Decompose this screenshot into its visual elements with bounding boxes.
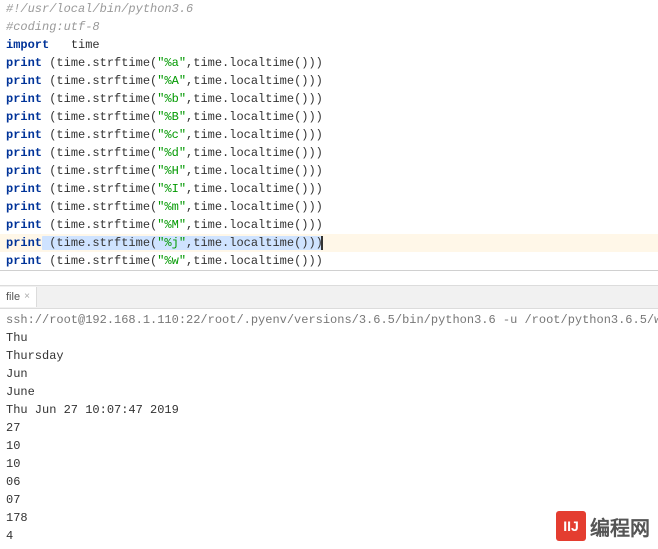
call-prefix: (time.strftime( [42, 218, 157, 232]
call-suffix: ,time.localtime())) [186, 74, 323, 88]
print-keyword: print [6, 146, 42, 160]
call-prefix: (time.strftime( [42, 74, 157, 88]
code-line: #!/usr/local/bin/python3.6 [0, 0, 658, 18]
import-module: time [49, 38, 99, 52]
coding-comment: #coding:utf-8 [6, 20, 100, 34]
watermark: IIJ 编程网 [556, 511, 650, 541]
format-string: "%B" [157, 110, 186, 124]
code-line: print (time.strftime("%d",time.localtime… [0, 144, 658, 162]
print-keyword: print [6, 92, 42, 106]
code-line: print (time.strftime("%b",time.localtime… [0, 90, 658, 108]
output-line: 07 [6, 491, 652, 509]
code-line: print (time.strftime("%c",time.localtime… [0, 126, 658, 144]
format-string: "%w" [157, 254, 186, 268]
call-suffix: ,time.localtime())) [186, 236, 323, 250]
output-line: 27 [6, 419, 652, 437]
call-suffix: ,time.localtime())) [186, 146, 323, 160]
call-prefix: (time.strftime( [42, 146, 157, 160]
call-prefix: (time.strftime( [42, 182, 157, 196]
call-prefix: (time.strftime( [42, 128, 157, 142]
call-prefix: (time.strftime( [42, 110, 157, 124]
call-suffix: ,time.localtime())) [186, 182, 323, 196]
print-keyword: print [6, 74, 42, 88]
import-keyword: import [6, 38, 49, 52]
print-keyword: print [6, 110, 42, 124]
code-line: #coding:utf-8 [0, 18, 658, 36]
print-keyword: print [6, 218, 42, 232]
format-string: "%j" [157, 236, 186, 250]
code-line: print (time.strftime("%A",time.localtime… [0, 72, 658, 90]
call-suffix: ,time.localtime())) [186, 218, 323, 232]
selection: (time.strftime("%j",time.localtime())) [42, 236, 323, 250]
call-suffix: ,time.localtime())) [186, 110, 323, 124]
code-line: print (time.strftime("%I",time.localtime… [0, 180, 658, 198]
print-keyword: print [6, 182, 42, 196]
format-string: "%c" [157, 128, 186, 142]
print-keyword: print [6, 200, 42, 214]
command-line: ssh://root@192.168.1.110:22/root/.pyenv/… [6, 311, 652, 329]
format-string: "%d" [157, 146, 186, 160]
call-suffix: ,time.localtime())) [186, 128, 323, 142]
format-string: "%I" [157, 182, 186, 196]
code-line-active: print (time.strftime("%j",time.localtime… [0, 234, 658, 252]
shebang-comment: #!/usr/local/bin/python3.6 [6, 2, 193, 16]
call-prefix: (time.strftime( [42, 56, 157, 70]
call-prefix: (time.strftime( [42, 164, 157, 178]
code-line: print (time.strftime("%B",time.localtime… [0, 108, 658, 126]
code-line: import time [0, 36, 658, 54]
call-prefix: (time.strftime( [42, 92, 157, 106]
watermark-logo-icon: IIJ [556, 511, 586, 541]
print-keyword: print [6, 164, 42, 178]
call-suffix: ,time.localtime())) [186, 56, 323, 70]
code-line: print (time.strftime("%a",time.localtime… [0, 54, 658, 72]
call-suffix: ,time.localtime())) [186, 254, 323, 268]
call-prefix: (time.strftime( [42, 236, 157, 250]
close-icon[interactable]: × [24, 287, 30, 307]
format-string: "%H" [157, 164, 186, 178]
text-cursor [321, 236, 323, 250]
format-string: "%a" [157, 56, 186, 70]
code-line: print (time.strftime("%M",time.localtime… [0, 216, 658, 234]
output-line: Jun [6, 365, 652, 383]
code-line: print (time.strftime("%m",time.localtime… [0, 198, 658, 216]
watermark-text: 编程网 [590, 512, 650, 541]
output-line: Thu Jun 27 10:07:47 2019 [6, 401, 652, 419]
format-string: "%M" [157, 218, 186, 232]
output-tabbar: file × [0, 285, 658, 309]
format-string: "%b" [157, 92, 186, 106]
call-suffix: ,time.localtime())) [186, 92, 323, 106]
tab-label: file [6, 287, 20, 307]
print-keyword: print [6, 236, 42, 250]
print-keyword: print [6, 56, 42, 70]
tab-file[interactable]: file × [0, 287, 37, 307]
format-string: "%A" [157, 74, 186, 88]
code-editor[interactable]: #!/usr/local/bin/python3.6 #coding:utf-8… [0, 0, 658, 271]
output-line: Thursday [6, 347, 652, 365]
code-line: print (time.strftime("%w",time.localtime… [0, 252, 658, 270]
output-line: 06 [6, 473, 652, 491]
call-suffix: ,time.localtime())) [186, 200, 323, 214]
call-prefix: (time.strftime( [42, 200, 157, 214]
output-line: June [6, 383, 652, 401]
call-prefix: (time.strftime( [42, 254, 157, 268]
format-string: "%m" [157, 200, 186, 214]
print-keyword: print [6, 254, 42, 268]
output-line: Thu [6, 329, 652, 347]
call-suffix: ,time.localtime())) [186, 164, 323, 178]
output-line: 10 [6, 437, 652, 455]
output-line: 10 [6, 455, 652, 473]
code-line: print (time.strftime("%H",time.localtime… [0, 162, 658, 180]
print-keyword: print [6, 128, 42, 142]
